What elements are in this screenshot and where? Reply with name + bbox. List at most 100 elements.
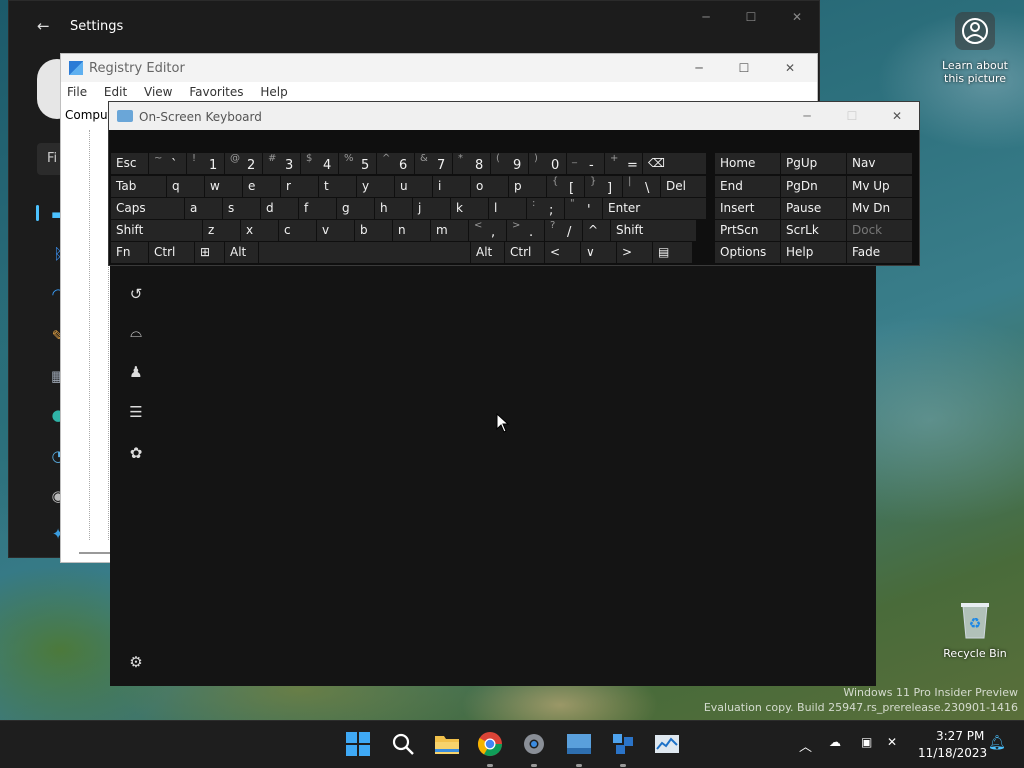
osk-key-main-r1-10[interactable]: p <box>509 176 546 197</box>
osk-key-nav-r2-2[interactable]: Mv Dn <box>847 198 912 219</box>
osk-key-main-r3-1[interactable]: z <box>203 220 240 241</box>
osk-key-main-r4-10[interactable]: ▤ <box>653 242 692 263</box>
osk-key-main-r0-6[interactable]: % 5 <box>339 153 376 174</box>
osk-key-nav-r3-0[interactable]: PrtScn <box>715 220 780 241</box>
osk-key-nav-r1-2[interactable]: Mv Up <box>847 176 912 197</box>
osk-key-main-r3-7[interactable]: m <box>431 220 468 241</box>
osk-key-main-r2-10[interactable]: :; <box>527 198 564 219</box>
details-list-icon[interactable]: ☰ <box>126 402 146 422</box>
osk-key-main-r3-0[interactable]: Shift <box>111 220 202 241</box>
osk-key-main-r1-2[interactable]: w <box>205 176 242 197</box>
performance-icon[interactable]: ⌓ <box>126 322 146 342</box>
osk-key-main-r4-0[interactable]: Fn <box>111 242 148 263</box>
osk-key-main-r0-14[interactable]: ⌫ <box>643 153 706 174</box>
osk-titlebar[interactable]: On-Screen Keyboard ─ ☐ ✕ <box>109 102 919 130</box>
osk-key-main-r1-5[interactable]: t <box>319 176 356 197</box>
osk-key-main-r2-2[interactable]: s <box>223 198 260 219</box>
osk-key-main-r1-3[interactable]: e <box>243 176 280 197</box>
recycle-bin-label[interactable]: Recycle Bin <box>935 647 1015 660</box>
osk-key-main-r0-10[interactable]: (9 <box>491 153 528 174</box>
menu-favorites[interactable]: Favorites <box>189 85 243 99</box>
osk-key-main-r4-5[interactable]: Alt <box>471 242 504 263</box>
on-screen-keyboard-app-icon[interactable] <box>565 731 593 759</box>
osk-key-main-r1-14[interactable]: Del <box>661 176 706 197</box>
network-status-icon[interactable]: ▣ <box>861 735 872 749</box>
menu-view[interactable]: View <box>144 85 172 99</box>
osk-key-main-r1-9[interactable]: o <box>471 176 508 197</box>
osk-key-main-r2-4[interactable]: f <box>299 198 336 219</box>
registry-editor-app-icon[interactable] <box>610 731 638 759</box>
osk-key-main-r2-9[interactable]: l <box>489 198 526 219</box>
clock-date[interactable]: 11/18/2023 <box>918 746 987 760</box>
address-bar[interactable]: Comput <box>65 108 112 122</box>
users-icon[interactable]: ♟ <box>126 362 146 382</box>
osk-key-main-r2-6[interactable]: h <box>375 198 412 219</box>
osk-key-nav-r0-0[interactable]: Home <box>715 153 780 174</box>
osk-key-main-r4-2[interactable]: ⊞ <box>195 242 224 263</box>
volume-muted-icon[interactable]: ✕ <box>887 735 897 749</box>
osk-key-main-r1-11[interactable]: {[ <box>547 176 584 197</box>
menu-help[interactable]: Help <box>260 85 287 99</box>
osk-maximize-icon[interactable]: ☐ <box>840 106 864 126</box>
osk-key-main-r3-8[interactable]: <, <box>469 220 506 241</box>
osk-key-main-r0-7[interactable]: ^ 6 <box>377 153 414 174</box>
maximize-icon[interactable]: ☐ <box>739 7 763 27</box>
history-icon[interactable]: ↺ <box>126 284 146 304</box>
osk-key-main-r3-10[interactable]: ? / <box>545 220 582 241</box>
osk-key-main-r3-3[interactable]: c <box>279 220 316 241</box>
osk-key-main-r2-7[interactable]: j <box>413 198 450 219</box>
osk-key-main-r0-13[interactable]: + = <box>605 153 642 174</box>
osk-key-main-r2-12[interactable]: Enter <box>603 198 706 219</box>
osk-key-nav-r1-1[interactable]: PgDn <box>781 176 846 197</box>
search-icon[interactable] <box>390 731 418 759</box>
menu-edit[interactable]: Edit <box>104 85 127 99</box>
osk-key-main-r4-4[interactable] <box>259 242 470 263</box>
osk-key-main-r4-6[interactable]: Ctrl <box>505 242 544 263</box>
regedit-scrollbar[interactable] <box>79 552 111 554</box>
osk-key-main-r4-8[interactable]: ∨ <box>581 242 616 263</box>
onedrive-icon[interactable]: ☁ <box>829 735 841 749</box>
file-explorer-icon[interactable] <box>433 731 461 759</box>
show-hidden-icons-chevron-icon[interactable]: ︿ <box>799 736 812 755</box>
osk-key-main-r3-2[interactable]: x <box>241 220 278 241</box>
osk-key-main-r0-9[interactable]: * 8 <box>453 153 490 174</box>
learn-about-picture-label[interactable]: Learn about this picture <box>935 59 1015 85</box>
osk-key-main-r2-8[interactable]: k <box>451 198 488 219</box>
osk-close-icon[interactable]: ✕ <box>885 106 909 126</box>
chrome-icon[interactable] <box>477 731 505 759</box>
osk-key-main-r3-11[interactable]: ^ <box>583 220 610 241</box>
osk-key-main-r0-1[interactable]: ~ ` <box>149 153 186 174</box>
task-manager-icon[interactable] <box>653 731 681 759</box>
learn-about-picture-icon[interactable] <box>955 12 995 50</box>
osk-key-main-r1-8[interactable]: i <box>433 176 470 197</box>
back-arrow-icon[interactable]: ← <box>37 17 50 35</box>
notification-bell-icon[interactable]: 🔔︎ <box>988 735 1006 751</box>
osk-key-main-r2-0[interactable]: Caps <box>111 198 184 219</box>
osk-key-main-r3-9[interactable]: >. <box>507 220 544 241</box>
osk-key-main-r4-3[interactable]: Alt <box>225 242 258 263</box>
osk-key-nav-r1-0[interactable]: End <box>715 176 780 197</box>
osk-key-main-r0-8[interactable]: & 7 <box>415 153 452 174</box>
osk-key-main-r1-1[interactable]: q <box>167 176 204 197</box>
settings-gear-icon[interactable]: ⚙ <box>126 652 146 672</box>
close-icon[interactable]: ✕ <box>785 7 809 27</box>
regedit-titlebar[interactable]: Registry Editor ─ ☐ ✕ <box>61 54 817 82</box>
regedit-minimize-icon[interactable]: ─ <box>687 58 711 78</box>
menu-file[interactable]: File <box>67 85 87 99</box>
osk-key-main-r2-5[interactable]: g <box>337 198 374 219</box>
osk-key-main-r1-12[interactable]: }] <box>585 176 622 197</box>
osk-key-nav-r3-1[interactable]: ScrLk <box>781 220 846 241</box>
osk-key-main-r0-3[interactable]: @2 <box>225 153 262 174</box>
osk-key-nav-r4-1[interactable]: Help <box>781 242 846 263</box>
osk-key-main-r0-4[interactable]: #3 <box>263 153 300 174</box>
osk-key-main-r1-13[interactable]: | \ <box>623 176 660 197</box>
osk-key-main-r0-12[interactable]: _ - <box>567 153 604 174</box>
osk-key-nav-r4-2[interactable]: Fade <box>847 242 912 263</box>
osk-key-nav-r2-0[interactable]: Insert <box>715 198 780 219</box>
osk-key-main-r1-7[interactable]: u <box>395 176 432 197</box>
osk-key-main-r3-12[interactable]: Shift <box>611 220 696 241</box>
osk-key-nav-r0-2[interactable]: Nav <box>847 153 912 174</box>
clock-time[interactable]: 3:27 PM <box>936 729 984 743</box>
minimize-icon[interactable]: ─ <box>694 7 718 27</box>
osk-key-main-r3-5[interactable]: b <box>355 220 392 241</box>
